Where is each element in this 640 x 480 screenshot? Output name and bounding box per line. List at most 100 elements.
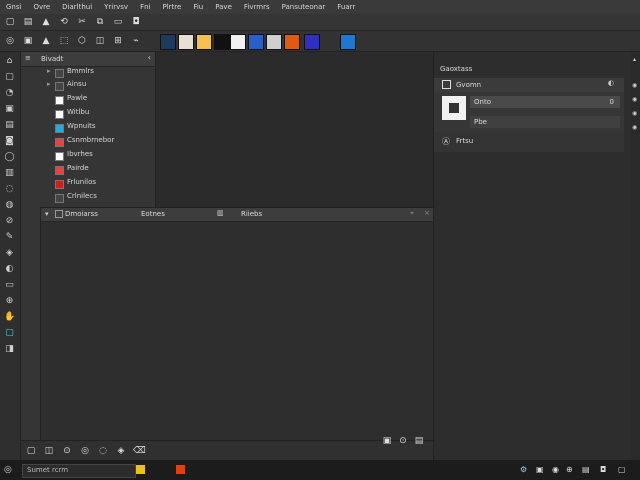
camera-icon[interactable]: ◘ bbox=[130, 16, 142, 28]
new-icon[interactable]: ▢ bbox=[4, 16, 16, 28]
link-icon[interactable]: ⊙ bbox=[61, 445, 73, 457]
menu-item[interactable]: Pave bbox=[209, 3, 238, 11]
property-row-1[interactable]: Onto 0 bbox=[470, 96, 620, 108]
measure-icon[interactable]: ▭ bbox=[4, 280, 15, 291]
layer-row[interactable]: Pawle bbox=[21, 93, 155, 106]
filter-icon[interactable]: ◨ bbox=[4, 344, 15, 355]
tray-icon-1[interactable]: ▣ bbox=[536, 465, 544, 474]
scale-icon[interactable]: ▣ bbox=[4, 104, 15, 115]
tool-swatch-blue[interactable] bbox=[340, 34, 356, 50]
tray-icon-2[interactable]: ◉ bbox=[552, 465, 559, 474]
menu-item[interactable]: Yrirvsv bbox=[98, 3, 134, 11]
paste-icon[interactable]: ▭ bbox=[112, 16, 124, 28]
rotate-icon[interactable]: ◔ bbox=[4, 88, 15, 99]
cube-icon[interactable]: ⬡ bbox=[76, 35, 88, 47]
select-icon[interactable]: ⌂ bbox=[4, 56, 15, 67]
shape-icon[interactable]: ▥ bbox=[4, 168, 15, 179]
pin-icon[interactable]: ⌖ bbox=[410, 209, 414, 218]
active-tool-icon[interactable]: ▢ bbox=[4, 328, 15, 339]
close-icon[interactable]: × bbox=[424, 209, 430, 217]
effect-icon[interactable]: ◎ bbox=[79, 445, 91, 457]
panel-menu-icon[interactable]: ≡ bbox=[25, 54, 31, 62]
hand-icon[interactable]: ✋ bbox=[4, 312, 15, 323]
wand-icon[interactable]: ⊘ bbox=[4, 216, 15, 227]
info-icon[interactable]: ◐ bbox=[608, 79, 614, 87]
canvas-area[interactable] bbox=[156, 52, 432, 207]
scroll-icon-3[interactable]: ◉ bbox=[632, 110, 637, 117]
expander-icon[interactable]: ▸ bbox=[47, 80, 51, 88]
tool-swatch-paper[interactable] bbox=[178, 34, 194, 50]
brush-icon[interactable]: ◙ bbox=[4, 136, 15, 147]
copy-icon[interactable]: ⧉ bbox=[94, 16, 106, 28]
network-icon[interactable]: ⚙ bbox=[520, 465, 527, 474]
tray-icon-5[interactable]: ◘ bbox=[600, 465, 606, 474]
frame-icon[interactable]: ⬚ bbox=[58, 35, 70, 47]
at-icon[interactable]: Ⓐ bbox=[442, 136, 450, 147]
layer-row[interactable]: Csnmbrnebor bbox=[21, 135, 155, 148]
layer-color-swatch[interactable] bbox=[55, 166, 64, 175]
eraser-icon[interactable]: ◌ bbox=[4, 184, 15, 195]
mask-icon[interactable]: ◌ bbox=[97, 445, 109, 457]
tray-icon-3[interactable]: ⊕ bbox=[566, 465, 573, 474]
layer-color-swatch[interactable] bbox=[55, 124, 64, 133]
bolt-icon[interactable]: ⌁ bbox=[130, 35, 142, 47]
app-icon-yellow[interactable] bbox=[136, 465, 145, 474]
fullscreen-icon[interactable]: ▤ bbox=[413, 435, 425, 447]
layer-row[interactable]: Crlnilecs bbox=[21, 191, 155, 204]
undo-icon[interactable]: ⟲ bbox=[58, 16, 70, 28]
checkbox-icon[interactable] bbox=[55, 210, 63, 218]
property-row-2[interactable]: Pbe bbox=[470, 116, 620, 128]
layer-row[interactable]: ▸ Bmmlrs bbox=[21, 66, 155, 79]
layer-row[interactable]: Ibvrhes bbox=[21, 149, 155, 162]
menu-item[interactable]: Gnsi bbox=[0, 3, 27, 11]
scroll-up-icon[interactable]: ▴ bbox=[633, 56, 636, 63]
layer-row[interactable]: ▸ Ainsu bbox=[21, 79, 155, 92]
crop-icon[interactable]: ▤ bbox=[4, 120, 15, 131]
lasso-icon[interactable]: ◯ bbox=[4, 152, 15, 163]
tool-swatch-stamp[interactable] bbox=[266, 34, 282, 50]
menu-item[interactable]: Ovre bbox=[27, 3, 56, 11]
layer-color-swatch[interactable] bbox=[55, 152, 64, 161]
layer-color-swatch[interactable] bbox=[55, 138, 64, 147]
tool-swatch-brush[interactable] bbox=[196, 34, 212, 50]
save-icon[interactable]: ▲ bbox=[40, 16, 52, 28]
menu-item[interactable]: Plrtre bbox=[157, 3, 188, 11]
grid-icon[interactable]: ⊞ bbox=[112, 35, 124, 47]
tray-icon-4[interactable]: ▤ bbox=[582, 465, 590, 474]
trash-icon[interactable]: ⌫ bbox=[133, 445, 146, 457]
adjust-icon[interactable]: ◈ bbox=[115, 445, 127, 457]
folder-icon[interactable]: ◫ bbox=[43, 445, 55, 457]
menu-item[interactable]: Diarlthui bbox=[56, 3, 98, 11]
tool-swatch-grid[interactable] bbox=[304, 34, 320, 50]
play-icon[interactable]: ▣ bbox=[381, 435, 393, 447]
bucket-icon[interactable]: ◈ bbox=[4, 248, 15, 259]
search-box[interactable]: Sumet rcrm bbox=[22, 464, 136, 478]
layer-row[interactable]: Witlbu bbox=[21, 107, 155, 120]
zoom-icon[interactable]: ⊕ bbox=[4, 296, 15, 307]
scroll-icon-1[interactable]: ◉ bbox=[632, 82, 637, 89]
tool-swatch-dark[interactable] bbox=[214, 34, 230, 50]
app-icon-red[interactable] bbox=[176, 465, 185, 474]
notification-icon[interactable]: ▢ bbox=[618, 465, 626, 474]
layer-color-swatch[interactable] bbox=[55, 96, 64, 105]
doc-icon[interactable]: ▣ bbox=[22, 35, 34, 47]
scroll-icon-4[interactable]: ◉ bbox=[632, 124, 637, 131]
layer-color-swatch[interactable] bbox=[55, 180, 64, 189]
circle-icon[interactable]: ◎ bbox=[4, 35, 16, 47]
text-icon[interactable]: ◐ bbox=[4, 264, 15, 275]
right-scrollbar[interactable]: ▴ ◉ ◉ ◉ ◉ bbox=[631, 52, 640, 460]
menu-item[interactable]: Fivrmrs bbox=[238, 3, 276, 11]
move-icon[interactable]: ▢ bbox=[4, 72, 15, 83]
menu-item[interactable]: Fiu bbox=[187, 3, 209, 11]
tool-swatch-photo[interactable] bbox=[248, 34, 264, 50]
add-icon[interactable]: ▢ bbox=[25, 445, 37, 457]
layers-icon[interactable]: ◫ bbox=[94, 35, 106, 47]
menu-item[interactable]: Fni bbox=[134, 3, 156, 11]
layer-row[interactable]: Pairde bbox=[21, 163, 155, 176]
expander-icon[interactable]: ▸ bbox=[47, 67, 51, 75]
loop-icon[interactable]: ⊙ bbox=[397, 435, 409, 447]
layer-color-swatch[interactable] bbox=[55, 69, 64, 78]
menu-item[interactable]: Pansuteonar bbox=[276, 3, 332, 11]
stamp-icon[interactable]: ◍ bbox=[4, 200, 15, 211]
scroll-icon-2[interactable]: ◉ bbox=[632, 96, 637, 103]
